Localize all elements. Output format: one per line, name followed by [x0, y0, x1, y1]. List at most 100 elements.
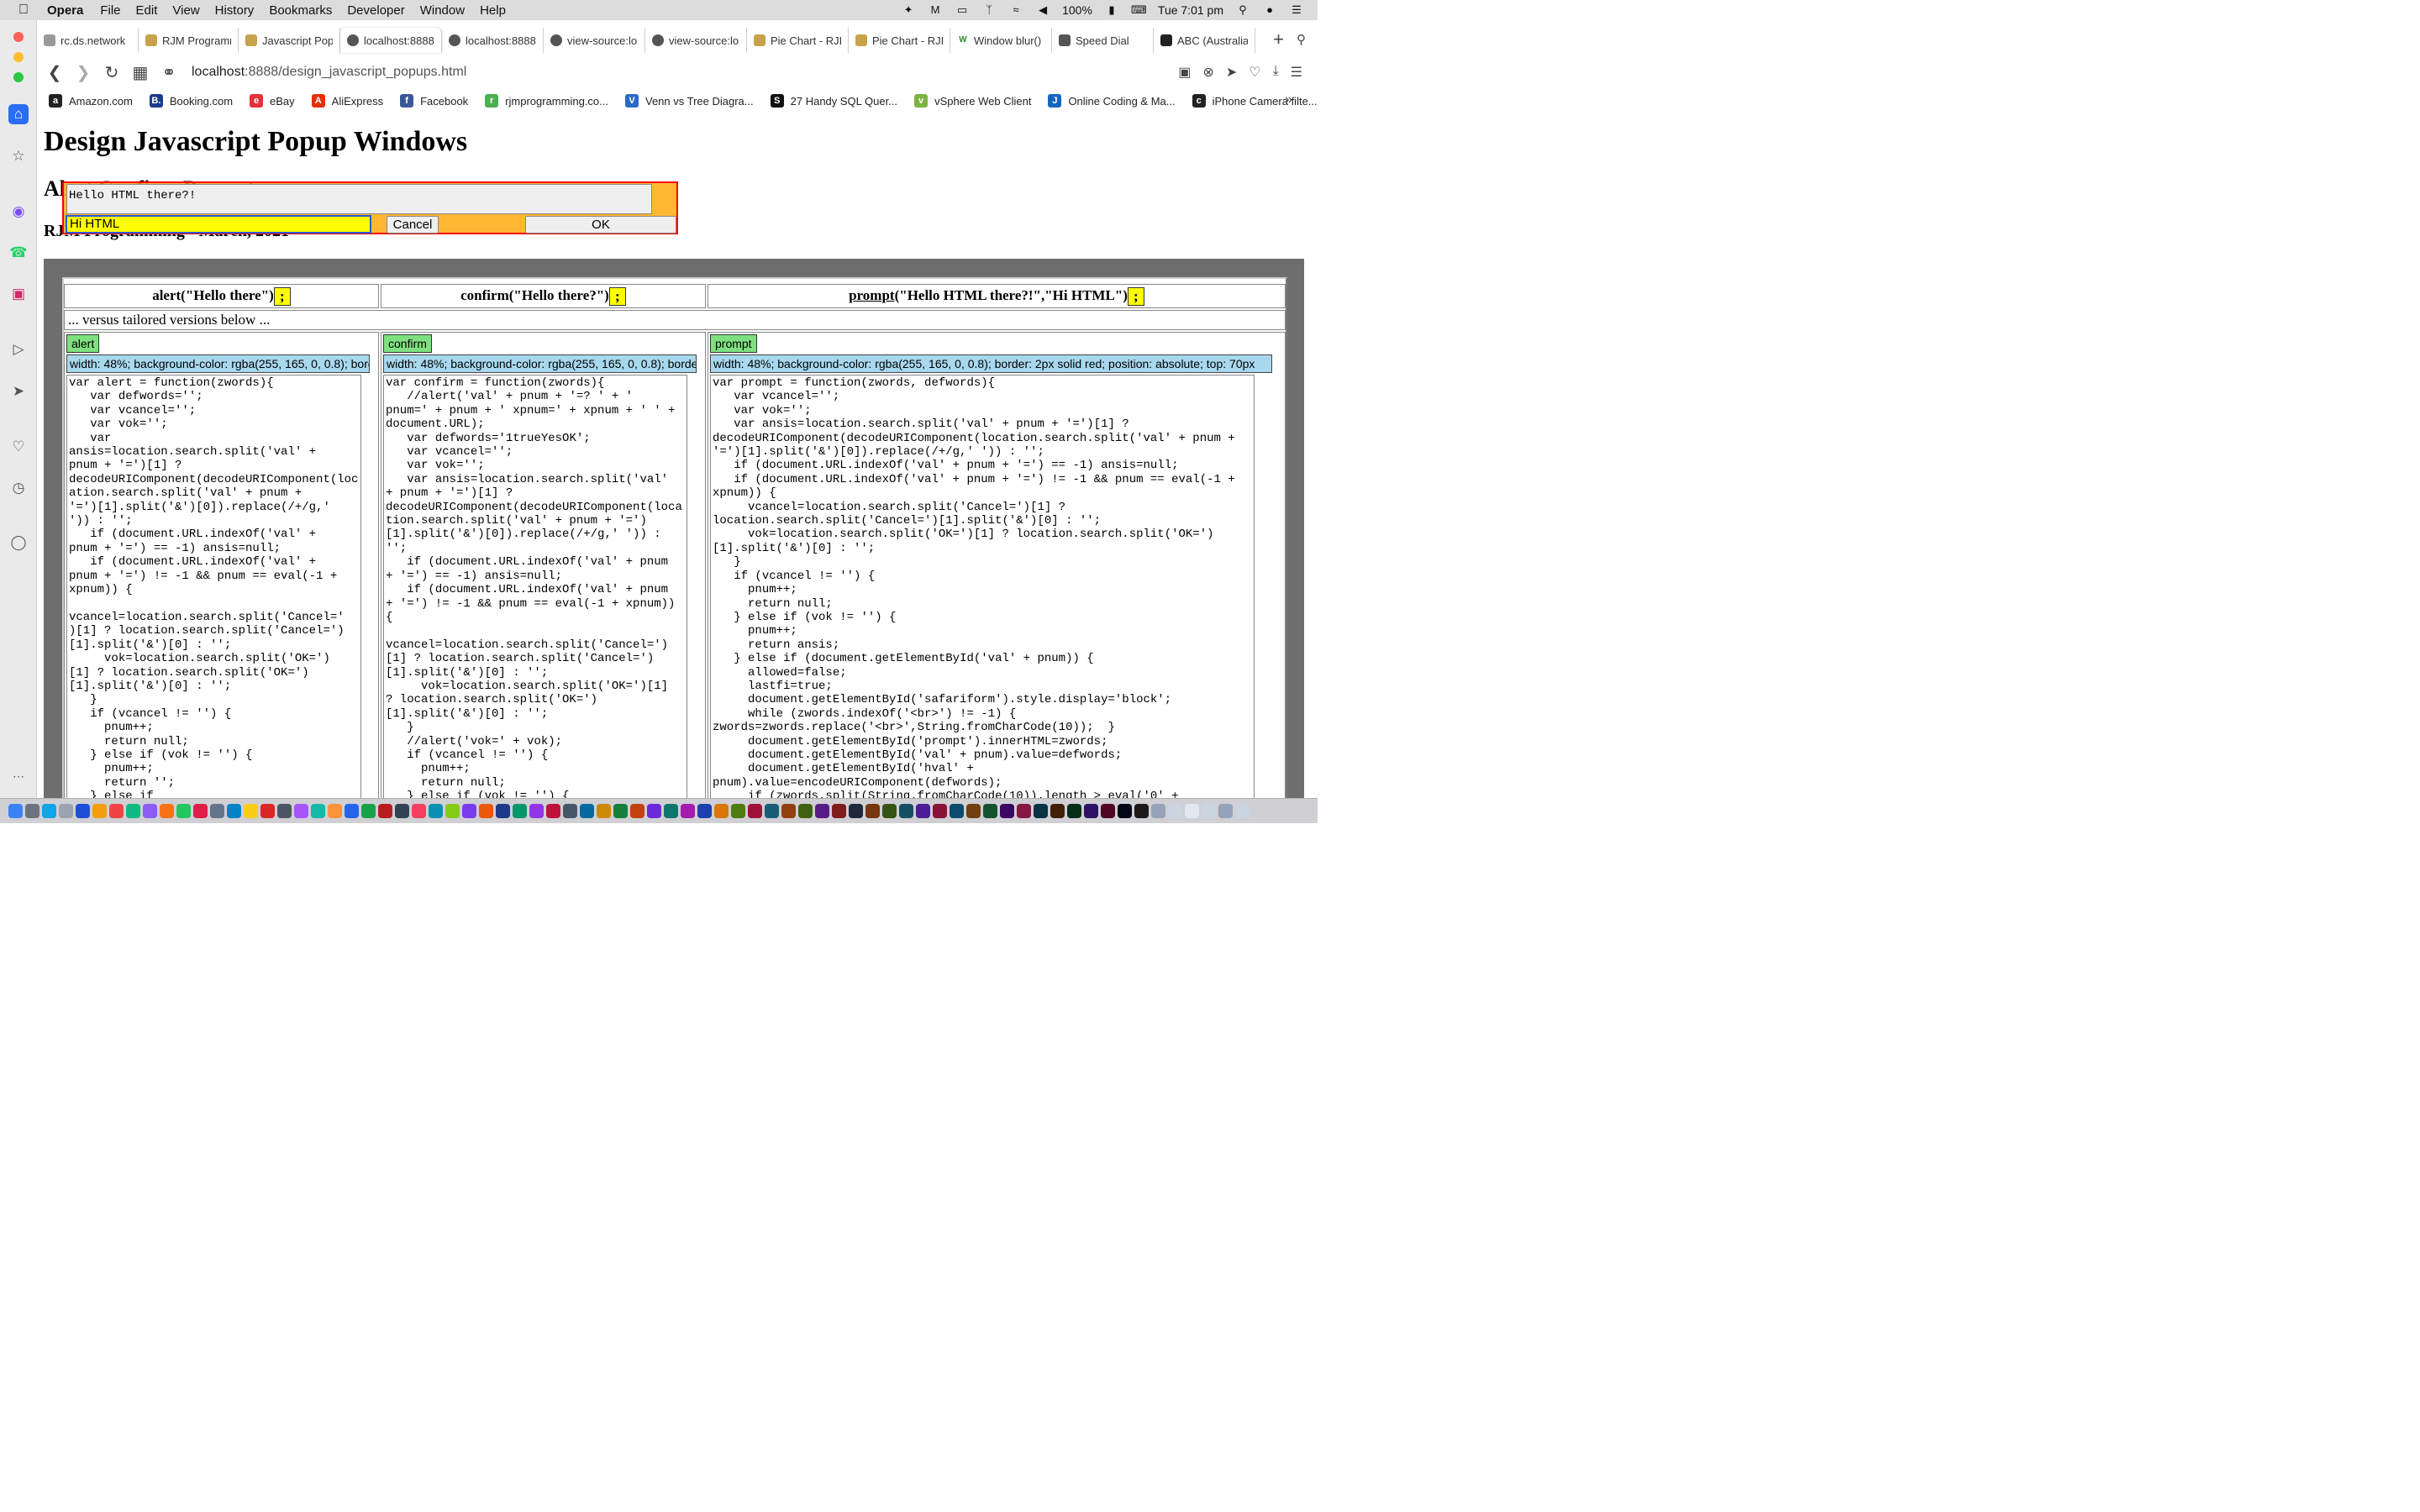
- dock-app-icon[interactable]: [882, 804, 897, 818]
- dock-app-icon[interactable]: [681, 804, 695, 818]
- dock-app-icon[interactable]: [277, 804, 292, 818]
- dock-app-icon[interactable]: [244, 804, 258, 818]
- prompt-button[interactable]: prompt: [710, 334, 757, 353]
- menu-app-opera[interactable]: Opera: [47, 3, 83, 18]
- bookmark-rjm[interactable]: r rjmprogramming.co...: [485, 94, 608, 108]
- heart-icon[interactable]: ♡: [8, 437, 29, 457]
- dock-app-icon[interactable]: [647, 804, 661, 818]
- menu-history[interactable]: History: [215, 3, 255, 18]
- dock-app-icon[interactable]: [1185, 804, 1199, 818]
- window-close-button[interactable]: [13, 32, 24, 42]
- send-icon[interactable]: ➤: [8, 381, 29, 402]
- dock-app-icon[interactable]: [1067, 804, 1081, 818]
- dock-app-icon[interactable]: [1034, 804, 1048, 818]
- dock-app-icon[interactable]: [513, 804, 527, 818]
- url-field[interactable]: localhost:8888/design_javascript_popups.…: [192, 65, 466, 80]
- menu-bookmarks[interactable]: Bookmarks: [269, 3, 332, 18]
- dock-app-icon[interactable]: [176, 804, 191, 818]
- dock-app-icon[interactable]: [815, 804, 829, 818]
- menu-developer[interactable]: Developer: [347, 3, 404, 18]
- dock-app-icon[interactable]: [765, 804, 779, 818]
- menu-file[interactable]: File: [100, 3, 120, 18]
- menu-view[interactable]: View: [172, 3, 199, 18]
- dock-app-icon[interactable]: [42, 804, 56, 818]
- airplay-icon[interactable]: ▭: [955, 3, 970, 17]
- dock-app-icon[interactable]: [109, 804, 124, 818]
- tab-rc-ds-network[interactable]: rc.ds.network: [37, 28, 139, 53]
- tab-speed-dial[interactable]: Speed Dial: [1052, 28, 1154, 53]
- dock-app-icon[interactable]: [210, 804, 224, 818]
- dock-app-icon[interactable]: [496, 804, 510, 818]
- header-prompt-run-button[interactable]: ;: [1127, 287, 1144, 307]
- tab-javascript-popups[interactable]: Javascript Pop: [239, 28, 340, 53]
- menu-edit[interactable]: Edit: [136, 3, 158, 18]
- easy-setup-icon[interactable]: ☰: [1291, 64, 1302, 81]
- forward-icon[interactable]: ❯: [69, 62, 97, 83]
- header-alert-run-button[interactable]: ;: [273, 287, 291, 307]
- dock-app-icon[interactable]: [529, 804, 544, 818]
- bookmark-sql[interactable]: S 27 Handy SQL Quer...: [770, 94, 897, 108]
- dock-app-icon[interactable]: [798, 804, 813, 818]
- prompt-ok-button[interactable]: OK: [525, 216, 676, 234]
- dock-app-icon[interactable]: [143, 804, 157, 818]
- dock-app-icon[interactable]: [328, 804, 342, 818]
- dock-app-icon[interactable]: [311, 804, 325, 818]
- bookmarks-more-icon[interactable]: »: [1285, 92, 1292, 108]
- dock-app-icon[interactable]: [1134, 804, 1149, 818]
- confirm-code-textarea[interactable]: var confirm = function(zwords){ //alert(…: [383, 375, 687, 798]
- apple-icon[interactable]: : [18, 3, 35, 18]
- bookmark-venn[interactable]: V Venn vs Tree Diagra...: [625, 94, 754, 108]
- whatsapp-icon[interactable]: ☎: [8, 243, 29, 263]
- dock-app-icon[interactable]: [412, 804, 426, 818]
- dock-app-icon[interactable]: [1118, 804, 1132, 818]
- volume-icon[interactable]: ◀: [1035, 3, 1050, 17]
- download-icon[interactable]: ⤓: [1273, 64, 1279, 81]
- dock-app-icon[interactable]: [1000, 804, 1014, 818]
- dock-app-icon[interactable]: [1017, 804, 1031, 818]
- tab-abc-australia[interactable]: ABC (Australia: [1154, 28, 1255, 53]
- dock-app-icon[interactable]: [933, 804, 947, 818]
- dock-app-icon[interactable]: [1218, 804, 1233, 818]
- bookmark-booking[interactable]: B. Booking.com: [149, 94, 233, 108]
- home-icon[interactable]: ⌂: [8, 104, 29, 124]
- dock-app-icon[interactable]: [445, 804, 460, 818]
- snapshot-icon[interactable]: ▣: [1178, 64, 1191, 81]
- dock-app-icon[interactable]: [832, 804, 846, 818]
- window-zoom-button[interactable]: [13, 72, 24, 82]
- dock-app-icon[interactable]: [613, 804, 628, 818]
- dock-app-icon[interactable]: [260, 804, 275, 818]
- dock-app-icon[interactable]: [126, 804, 140, 818]
- window-minimize-button[interactable]: [13, 52, 24, 62]
- dock-app-icon[interactable]: [227, 804, 241, 818]
- new-tab-plus-icon[interactable]: +: [1273, 29, 1284, 50]
- wifi-icon[interactable]: ≈: [1008, 3, 1023, 17]
- dock-app-icon[interactable]: [731, 804, 745, 818]
- dock-app-icon[interactable]: [849, 804, 863, 818]
- dock-app-icon[interactable]: [429, 804, 443, 818]
- tabs-grid-icon[interactable]: ▦: [126, 62, 155, 83]
- bookmark-ebay[interactable]: e eBay: [250, 94, 295, 108]
- dock-app-icon[interactable]: [630, 804, 644, 818]
- menu-window[interactable]: Window: [420, 3, 465, 18]
- dock-app-icon[interactable]: [899, 804, 913, 818]
- messenger-icon[interactable]: ◉: [8, 202, 29, 222]
- dock-app-icon[interactable]: [966, 804, 981, 818]
- dock-app-icon[interactable]: [1101, 804, 1115, 818]
- dock-app-icon[interactable]: [361, 804, 376, 818]
- back-icon[interactable]: ❮: [40, 62, 69, 83]
- send-icon[interactable]: ➤: [1226, 64, 1237, 81]
- bookmark-amazon[interactable]: a Amazon.com: [49, 94, 133, 108]
- dock-app-icon[interactable]: [1168, 804, 1182, 818]
- dock-app-icon[interactable]: [697, 804, 712, 818]
- keyboard-icon[interactable]: ⌨: [1131, 3, 1147, 17]
- dock-app-icon[interactable]: [1202, 804, 1216, 818]
- reload-icon[interactable]: ↻: [97, 62, 126, 83]
- battery-icon[interactable]: ▮: [1104, 3, 1119, 17]
- header-prompt-link[interactable]: prompt: [849, 287, 894, 303]
- alert-button[interactable]: alert: [66, 334, 100, 353]
- dock-app-icon[interactable]: [714, 804, 729, 818]
- dock-app-icon[interactable]: [160, 804, 174, 818]
- player-icon[interactable]: ▷: [8, 339, 29, 360]
- tab-view-source-2[interactable]: view-source:lo: [645, 28, 747, 53]
- confirm-style-input[interactable]: width: 48%; background-color: rgba(255, …: [383, 354, 697, 373]
